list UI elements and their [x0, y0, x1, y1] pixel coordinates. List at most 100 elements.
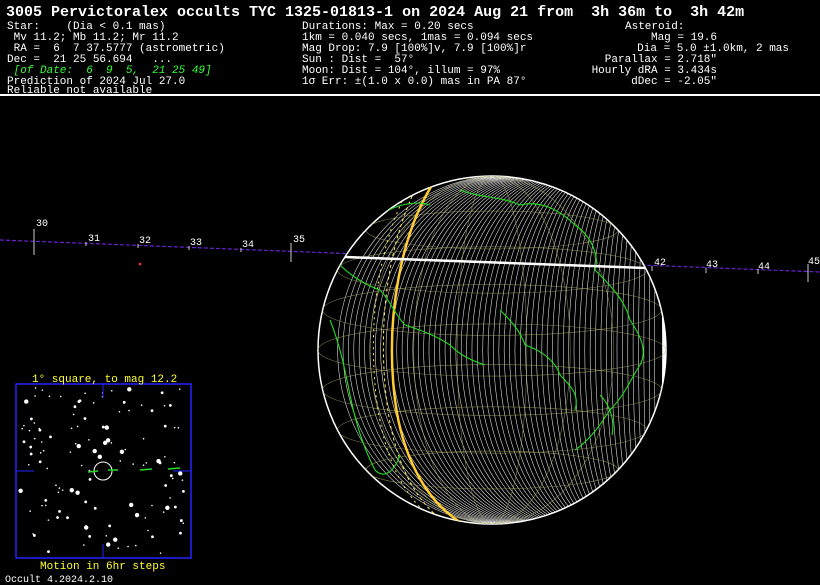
inset-star: [104, 425, 109, 430]
inset-star: [171, 477, 174, 480]
inset-star: [110, 442, 113, 444]
inset-star: [128, 409, 130, 412]
inset-star: [117, 547, 120, 549]
inset-star: [29, 445, 33, 449]
tick-label: 32: [139, 236, 151, 247]
inset-star: [142, 437, 145, 440]
inset-star: [27, 464, 30, 466]
inset-star: [119, 449, 125, 454]
inset-star: [73, 405, 77, 409]
inset-star: [179, 531, 182, 535]
inset-star: [173, 461, 176, 464]
inset-star: [110, 389, 113, 392]
inset-star: [28, 429, 31, 432]
inset-star: [77, 400, 81, 403]
inset-star: [58, 487, 61, 489]
inset-star: [69, 451, 72, 453]
inset-star: [160, 391, 164, 395]
inset-star: [173, 426, 176, 429]
inset-star: [33, 422, 36, 424]
inset-star: [108, 524, 112, 528]
inset-star: [55, 484, 57, 487]
inset-frame: [15, 383, 192, 559]
inset-star: [162, 511, 165, 513]
inset-star: [88, 477, 92, 481]
inset-star: [56, 516, 59, 519]
inset-star: [142, 464, 145, 466]
inset-star: [92, 448, 97, 454]
inset-star: [102, 440, 108, 446]
earth-globe: [317, 175, 667, 525]
tick-label: 33: [190, 238, 202, 249]
inset-star: [18, 488, 23, 494]
inset-star: [134, 512, 140, 518]
inset-star: [38, 428, 42, 432]
tick-label: 43: [706, 260, 718, 271]
inset-star: [34, 387, 37, 389]
inset-star: [105, 542, 111, 547]
inset-star: [145, 462, 148, 464]
inset-star: [74, 442, 77, 445]
inset-star: [177, 427, 180, 429]
inset-star: [23, 424, 25, 427]
inset-star: [105, 535, 108, 537]
inset-star: [128, 502, 134, 508]
inset-star: [44, 498, 48, 502]
inset-star: [48, 395, 51, 398]
inset-star: [84, 392, 86, 395]
inset-star: [21, 427, 24, 430]
inset-star: [72, 413, 75, 416]
inset-star: [84, 500, 88, 504]
inset-star: [140, 404, 143, 406]
tick-label: 44: [758, 262, 770, 273]
inset-star: [165, 505, 170, 511]
inset-star: [163, 404, 166, 407]
inset-star: [135, 544, 137, 547]
inset-star: [61, 489, 64, 491]
inset-star: [49, 435, 52, 439]
inset-star: [88, 535, 92, 538]
inset-star: [179, 519, 183, 522]
inset-star: [58, 509, 61, 513]
inset-star: [178, 471, 183, 476]
inset-star: [66, 516, 69, 520]
inset-star: [29, 510, 31, 512]
inset-star: [101, 425, 105, 429]
occult-plot-window: 3005 Pervictoralex occults TYC 1325-0181…: [0, 0, 820, 585]
inset-star: [151, 535, 154, 539]
inset-star: [164, 484, 168, 487]
inset-star: [173, 505, 177, 509]
inset-star: [156, 458, 161, 464]
inset-star: [22, 440, 26, 444]
tick-label: 31: [88, 234, 100, 245]
inset-star: [151, 504, 153, 507]
star-chart-inset: [15, 383, 192, 559]
inset-star: [41, 389, 44, 391]
motion-step: [139, 468, 153, 471]
inset-star: [119, 460, 122, 462]
inset-star: [144, 517, 147, 519]
tick-label: 45: [808, 257, 820, 268]
tick-label: 30: [36, 219, 48, 230]
tick-label: 35: [293, 235, 305, 246]
inset-star: [169, 497, 171, 499]
tick-label: 42: [654, 258, 666, 269]
inset-star: [122, 400, 126, 404]
inset-star: [41, 504, 43, 507]
inset-star: [80, 464, 83, 467]
inset-star: [159, 552, 162, 554]
plot-canvas: 30 31 32 33 34 35 42 43 44 45: [0, 175, 820, 559]
inset-star: [83, 544, 85, 546]
inset-star: [47, 550, 50, 554]
inset-star: [147, 529, 149, 532]
inset-star: [150, 409, 154, 413]
inset-star: [164, 455, 166, 458]
inset-star: [182, 522, 185, 525]
red-marker: [138, 262, 142, 266]
inset-star: [181, 479, 184, 481]
inset-star: [47, 519, 50, 521]
inset-star: [83, 525, 89, 530]
inset-star: [113, 537, 118, 542]
inset-star: [168, 404, 172, 407]
inset-star: [59, 395, 62, 398]
